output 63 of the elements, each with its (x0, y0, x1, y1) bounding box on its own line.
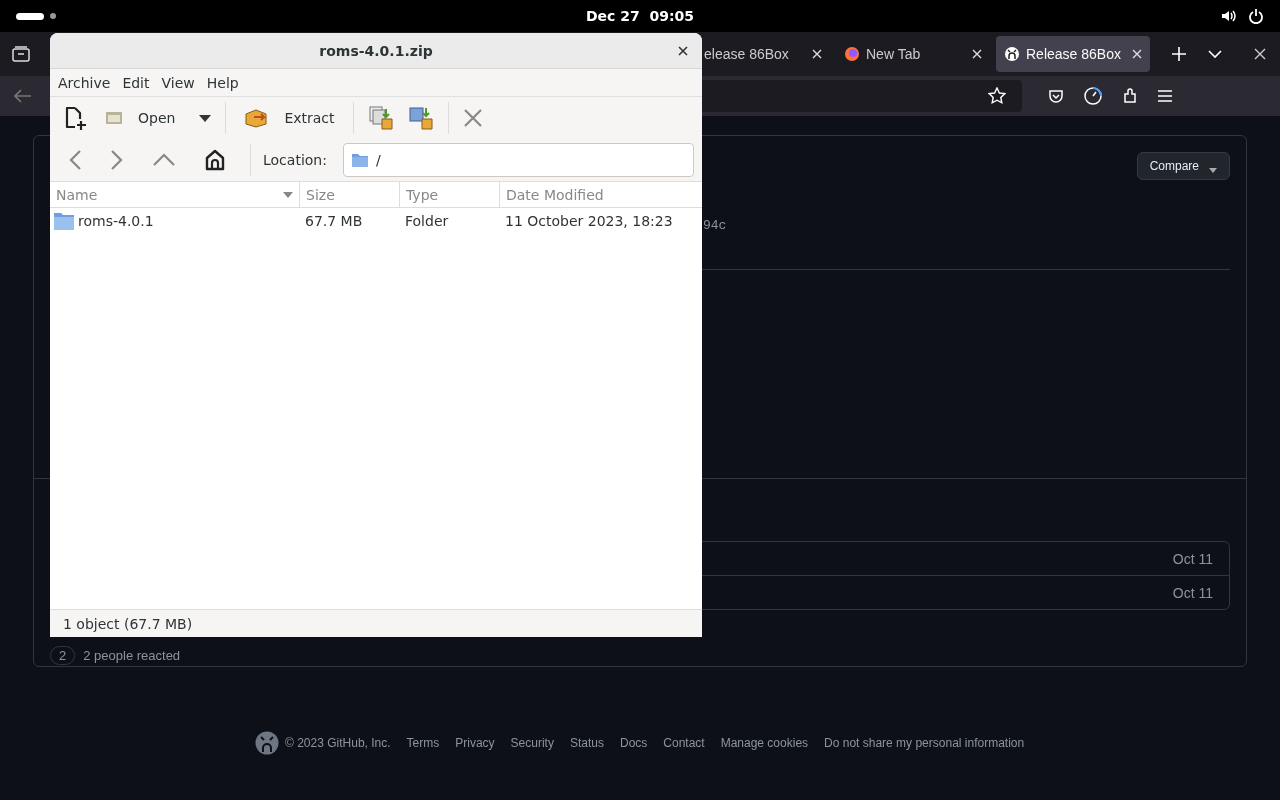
menu-item[interactable]: Help (202, 72, 243, 93)
folder-icon (54, 212, 74, 230)
up-icon[interactable] (152, 153, 176, 167)
location-field[interactable]: / (342, 143, 694, 177)
browser-tab[interactable]: elease 86Box (702, 36, 830, 72)
file-name-cell[interactable]: roms-4.0.1 (50, 212, 300, 230)
star-icon[interactable] (988, 87, 1006, 105)
add-folder-icon[interactable] (407, 105, 434, 131)
sort-arrow-icon (283, 191, 293, 198)
column-header[interactable]: Name (50, 182, 300, 207)
extract-button[interactable]: Extract (240, 108, 339, 128)
caret-icon (1209, 168, 1217, 173)
status-text: 1 object (67.7 MB) (63, 615, 193, 632)
footer-link[interactable]: Status (569, 736, 604, 750)
gauge-icon[interactable] (1084, 87, 1102, 105)
home-icon[interactable] (204, 149, 226, 171)
menu-icon[interactable] (1158, 90, 1172, 102)
forward-icon[interactable] (110, 149, 124, 171)
menu-item[interactable]: View (157, 72, 199, 93)
dropdown-arrow-icon[interactable] (199, 114, 212, 122)
column-header[interactable]: Type (400, 182, 500, 207)
commit-hash[interactable]: 94c (703, 218, 727, 233)
browser-tab[interactable]: Release 86Box (996, 36, 1150, 72)
type-cell-text: Folder (404, 213, 450, 229)
open-button[interactable]: Open (102, 110, 180, 126)
footer-link[interactable]: Terms (406, 736, 440, 750)
column-header[interactable]: Date Modified (500, 182, 702, 207)
clock[interactable]: Dec 27 09:05 (585, 8, 695, 24)
new-tab-icon[interactable] (1172, 47, 1186, 61)
speaker-icon[interactable] (1220, 8, 1236, 24)
copyright-text: © 2023 GitHub, Inc. (285, 736, 391, 750)
fox-logo-icon (844, 46, 860, 62)
footer-link[interactable]: Do not share my personal information (824, 736, 1025, 750)
footer-link[interactable]: Docs (619, 736, 648, 750)
pocket-icon[interactable] (1048, 88, 1064, 104)
asset-date: Oct 11 (1172, 584, 1213, 601)
back-icon[interactable] (68, 149, 82, 171)
location-label: Location: (263, 152, 327, 168)
folder-icon (106, 111, 122, 125)
cancel-icon[interactable] (462, 108, 483, 128)
window-title: roms-4.0.1.zip (319, 42, 433, 59)
box-icon (244, 108, 269, 128)
add-files-icon[interactable] (367, 105, 394, 131)
extensions-icon[interactable] (1122, 88, 1138, 104)
browser-tab[interactable]: New Tab (836, 36, 990, 72)
chevron-down-icon[interactable] (1208, 49, 1222, 59)
close-icon[interactable] (678, 45, 688, 56)
tab-overview-icon[interactable] (12, 46, 30, 62)
reaction-summary: 2 people reacted (83, 648, 181, 663)
asset-date: Oct 11 (1172, 550, 1213, 567)
footer-link[interactable]: Security (510, 736, 554, 750)
compare-button[interactable]: Compare (1136, 152, 1230, 180)
footer-link[interactable]: Manage cookies (720, 736, 809, 750)
back-icon[interactable] (14, 89, 32, 103)
menu-item[interactable]: Edit (118, 72, 154, 93)
date-cell-text: 11 October 2023, 18:23 (504, 213, 674, 229)
column-header[interactable]: Size (300, 182, 400, 207)
power-icon[interactable] (1248, 8, 1264, 24)
folder-icon (351, 153, 368, 167)
menu-item[interactable]: Archive (54, 72, 115, 93)
size-cell-text: 67.7 MB (304, 213, 364, 229)
footer-link[interactable]: Contact (663, 736, 705, 750)
footer-link[interactable]: Privacy (455, 736, 495, 750)
